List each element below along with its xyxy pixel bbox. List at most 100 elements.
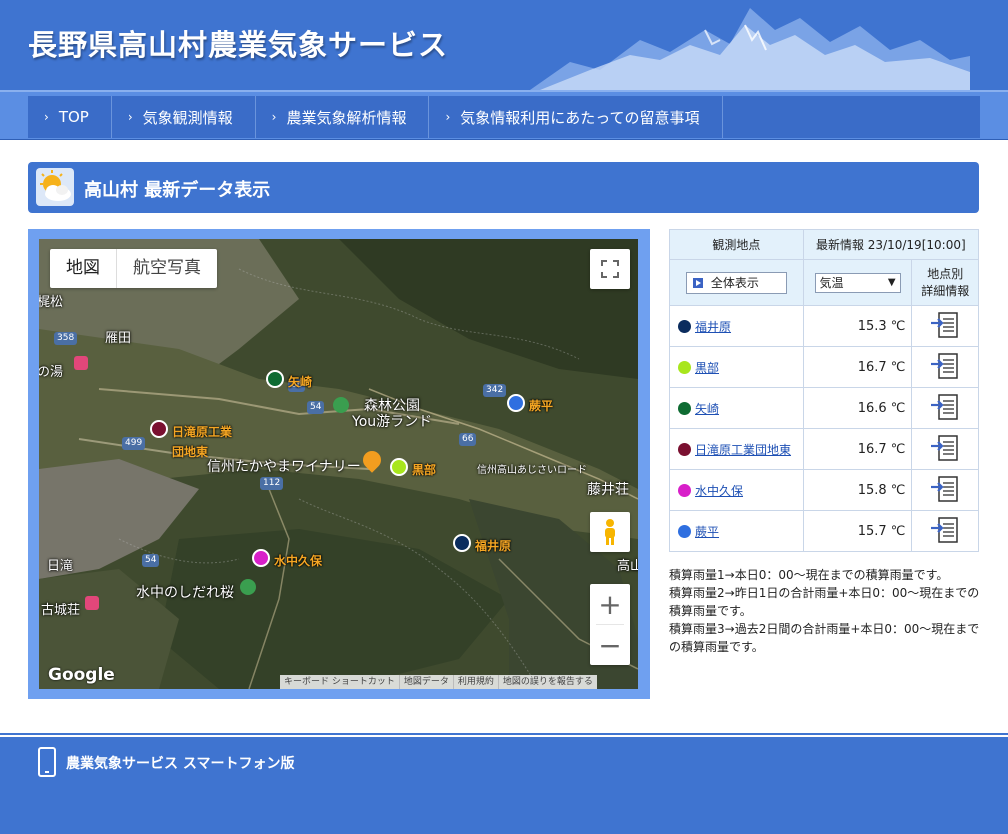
weather-sun-cloud-icon [36, 168, 74, 206]
station-link[interactable]: 福井原 [695, 320, 731, 334]
place-label: 信州高山あじさいロード [477, 465, 587, 476]
fullscreen-button[interactable] [590, 249, 630, 289]
detail-cell [911, 469, 979, 511]
map-data-link[interactable]: 地図データ [398, 675, 453, 689]
note-line: 積算雨量3→過去2日間の合計雨量+本日0：00〜現在までの積算雨量です。 [669, 622, 980, 654]
street-view-pegman-button[interactable] [590, 512, 630, 552]
google-logo: Google [48, 665, 115, 685]
station-color-dot [678, 524, 691, 538]
chevron-down-icon: ▼ [887, 277, 896, 288]
station-link[interactable]: 日滝原工業団地東 [695, 443, 791, 457]
keyboard-shortcuts-link[interactable]: キーボード ショートカット [280, 675, 399, 689]
station-color-dot [678, 401, 691, 415]
table-header-row: 観測地点 最新情報 23/10/19[10:00] [669, 229, 980, 260]
place-label: You游ランド [352, 414, 433, 430]
station-marker-label: 矢崎 [288, 375, 313, 389]
station-marker-kurobe[interactable] [390, 458, 408, 476]
page-title: 高山村 最新データ表示 [84, 180, 271, 201]
site-title[interactable]: 長野県高山村農業気象サービス [28, 22, 448, 64]
road-number: 358 [54, 332, 78, 345]
road-number: 499 [122, 437, 146, 450]
station-marker-fukuihara[interactable] [453, 534, 471, 552]
nav-item-top[interactable]: › TOP [28, 96, 112, 138]
mountain-illustration [530, 8, 970, 90]
nav-bar: › TOP › 気象観測情報 › 農業気象解析情報 › 気象情報利用にあたっての… [28, 96, 980, 138]
station-cell: 日滝原工業団地東 [669, 428, 804, 470]
station-marker-yazaki[interactable] [266, 370, 284, 388]
station-link[interactable]: 矢崎 [695, 402, 719, 416]
map-frame: 梶松 雁田 の湯 森林公園 You游ランド 信州たかやまワイナリー 藤井荘 信州… [28, 229, 650, 699]
chevron-right-icon: › [271, 110, 277, 124]
value-cell: 15.7 ℃ [802, 510, 913, 552]
station-marker-mizunakakubo[interactable] [252, 549, 270, 567]
show-all-button[interactable]: 全体表示 [685, 271, 787, 294]
nav-item-usage-notes[interactable]: › 気象情報利用にあたっての留意事項 [429, 96, 723, 138]
select-value: 気温 [819, 276, 844, 290]
place-label: 信州たかやまワイナリー [207, 459, 361, 475]
road-number: 66 [459, 433, 477, 446]
detail-cell [911, 510, 979, 552]
zoom-out-button[interactable]: − [590, 625, 630, 665]
place-label: 古城荘 [41, 603, 81, 618]
map-view[interactable]: 梶松 雁田 の湯 森林公園 You游ランド 信州たかやまワイナリー 藤井荘 信州… [39, 239, 638, 689]
chevron-right-icon: › [445, 110, 451, 124]
table-control-row: 全体表示 気温 ▼ 地点別 詳細情報 [669, 259, 979, 306]
latest-data-table: 観測地点 最新情報 23/10/19[10:00] 全体表示 気温 ▼ 地点別 … [669, 229, 980, 552]
detail-document-icon[interactable] [930, 434, 960, 462]
chevron-right-icon: › [44, 110, 49, 124]
table-row: 水中久保 15.8 ℃ [669, 469, 979, 511]
station-link[interactable]: 黒部 [695, 361, 719, 375]
place-label: の湯 [39, 365, 64, 380]
nav-label: TOP [58, 108, 89, 126]
nav-item-weather-observation[interactable]: › 気象観測情報 [112, 96, 256, 138]
place-label: 日滝 [47, 559, 74, 574]
detail-document-icon[interactable] [930, 475, 960, 503]
terms-link[interactable]: 利用規約 [452, 675, 498, 689]
nav-item-agri-analysis[interactable]: › 農業気象解析情報 [256, 96, 430, 138]
zoom-in-button[interactable]: + [590, 584, 630, 624]
value-cell: 16.7 ℃ [802, 428, 913, 470]
detail-document-icon[interactable] [930, 311, 960, 339]
show-all-cell: 全体表示 [669, 259, 804, 306]
road-number: 112 [260, 477, 284, 490]
footer-divider [0, 733, 1008, 735]
station-link[interactable]: 蕨平 [695, 525, 719, 539]
value-cell: 15.3 ℃ [802, 305, 913, 347]
station-marker-warabidaira[interactable] [507, 394, 525, 412]
hotel-pin-icon [74, 356, 88, 370]
table-body: 福井原 15.3 ℃ 黒部 16.7 ℃ 矢崎 16.6 ℃ 日滝原工業団地東 16.7 ℃ 水… [669, 305, 979, 552]
detail-cell [911, 305, 979, 347]
station-marker-hitakihara[interactable] [150, 420, 168, 438]
item-select-cell: 気温 ▼ [802, 259, 913, 306]
detail-document-icon[interactable] [930, 393, 960, 421]
report-error-link[interactable]: 地図の誤りを報告する [497, 675, 597, 689]
map-type-satellite-button[interactable]: 航空写真 [116, 249, 217, 288]
detail-document-icon[interactable] [930, 516, 960, 544]
table-row: 黒部 16.7 ℃ [669, 346, 979, 388]
station-cell: 福井原 [669, 305, 804, 347]
element-select[interactable]: 気温 ▼ [814, 272, 901, 293]
nav-label: 気象情報利用にあたっての留意事項 [460, 108, 700, 127]
station-cell: 水中久保 [669, 469, 804, 511]
station-marker-label: 日滝原工業 [172, 425, 233, 439]
column-header-station: 観測地点 [669, 229, 804, 260]
road-number: 54 [307, 401, 325, 414]
road-number: 342 [483, 384, 507, 397]
column-header-latest: 最新情報 23/10/19[10:00] [802, 229, 980, 260]
park-pin-icon [240, 579, 256, 595]
smartphone-icon [38, 747, 56, 777]
station-color-dot [678, 319, 691, 333]
station-color-dot [678, 360, 691, 374]
place-label: 梶松 [39, 295, 64, 310]
smartphone-version-link[interactable]: 農業気象サービス スマートフォン版 [66, 753, 294, 773]
table-row: 福井原 15.3 ℃ [669, 305, 979, 347]
table-row: 蕨平 15.7 ℃ [669, 510, 979, 552]
station-link[interactable]: 水中久保 [695, 484, 743, 498]
table-row: 矢崎 16.6 ℃ [669, 387, 979, 429]
detail-document-icon[interactable] [930, 352, 960, 380]
hotel-pin-icon [85, 596, 99, 610]
map-type-control: 地図 航空写真 [50, 249, 217, 288]
play-icon [692, 277, 703, 288]
map-type-roadmap-button[interactable]: 地図 [50, 249, 116, 288]
detail-cell [911, 387, 979, 429]
